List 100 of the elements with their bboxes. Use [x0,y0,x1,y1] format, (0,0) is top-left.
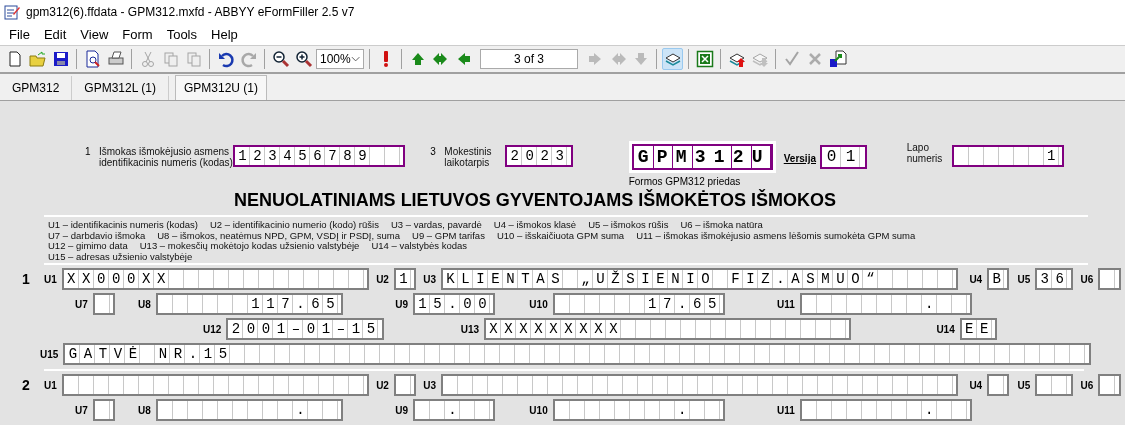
comb-field[interactable]: . [799,293,973,315]
comb-field[interactable] [987,374,1010,396]
legend-text: U7 – darbdavio išmoka [48,230,146,241]
form-tab[interactable]: GPM312 [0,76,73,100]
comb-field[interactable]: 117.65 [155,293,344,315]
menu-item[interactable]: Form [115,27,160,42]
send-icon[interactable] [828,50,847,68]
field-code: U11 [777,298,795,310]
legend-text: U10 – išskaičiuota GPM suma [496,230,625,241]
menu-item[interactable]: Help [204,27,245,42]
comb-field[interactable]: XX000XX [61,268,370,290]
field-code: U13 [460,323,480,335]
field-code: U2 [376,273,389,285]
menu-item[interactable]: View [73,27,116,42]
comb-field[interactable]: 2023 [505,145,573,167]
comb-field[interactable]: 15.00 [413,293,496,315]
comb-field[interactable]: . [413,399,496,421]
legend-text: U6 – išmoka natūra [680,220,763,231]
comb-field[interactable]: 1 [951,145,1064,167]
comb-field[interactable] [1098,268,1121,290]
field-code: U10 [529,404,548,416]
field-code: U12 [203,323,222,335]
comb-field[interactable]: KLIENTAS „UŽSIENIO FIZ.ASMUO“ [441,268,959,290]
legend-text: U1 – identifikacinis numeris (kodas) [48,220,198,231]
field-code: U4 [969,379,983,391]
field-code: U4 [969,273,983,285]
form-tab[interactable]: GPM312L (1) [72,76,169,100]
field-code: U1 [44,273,57,285]
field-code: U5 [1017,273,1031,285]
field-number: 3 [430,146,437,157]
menu-item[interactable]: Tools [159,27,204,42]
preview-icon[interactable] [83,50,102,68]
field-code: U2 [376,379,389,391]
record-number: 2 [22,377,31,393]
zoom-in-icon[interactable] [294,50,313,68]
comb-field[interactable]: B [987,268,1010,290]
field-code: U10 [529,298,548,310]
comb-field[interactable]: 2001–01–15 [226,318,384,340]
comb-field[interactable]: . [799,399,973,421]
comb-field[interactable] [1035,374,1073,396]
comb-field[interactable]: 17.65 [552,293,725,315]
comb-field[interactable]: . [155,399,344,421]
legend-text: U3 – vardas, pavardė [390,220,482,231]
undo-icon[interactable] [216,50,235,68]
field-label: Mokestinis laikotarpis [444,146,493,168]
caret-icon [350,56,360,62]
form-title: NENUOLATINIAMS LIETUVOS GYVENTOJAMS IŠMOKĖTOS IŠMOKOS [232,189,838,212]
field-code: U3 [423,273,437,285]
page-field[interactable]: 3 of 3 [480,49,578,69]
comb-field[interactable]: GATVĖ NR.15 [63,343,1091,365]
field-code: U3 [423,379,437,391]
comb-field[interactable] [92,399,116,421]
comb-field[interactable] [441,374,959,396]
field-code: U5 [1017,379,1031,391]
excel-icon[interactable] [695,50,714,68]
comb-field[interactable]: 01 [820,145,867,169]
window-title: gpm312(6).ffdata - GPM312.mxfd - ABBYY eFormFiller 2.5 v7 [26,5,355,19]
field-label: Išmokas išmokėjusio asmens identifikacinis numeris (kodas) [99,146,233,168]
field-code: U9 [395,404,409,416]
field-code: U6 [1080,273,1094,285]
record-number: 1 [22,271,31,287]
form-tab[interactable]: GPM312U (1) [174,75,267,100]
menu-item[interactable]: Edit [36,27,74,42]
zoom-out-icon[interactable] [271,50,290,68]
first-icon[interactable] [431,50,450,68]
comb-field[interactable] [393,374,417,396]
save-icon[interactable] [51,50,70,68]
zoom-dropdown[interactable]: 100% [316,49,364,69]
legend-text: U2 – identifikacinio numerio (kodo) rūšis [209,220,379,231]
field-number: 1 [85,146,92,157]
legend-text: U8 – išmokos, neatėmus NPD, GPM, VSDĮ ir PSDĮ, suma [157,230,401,241]
comb-field[interactable]: . [552,399,725,421]
version-label: Versija [783,153,816,164]
field-code: U11 [777,404,795,416]
comb-field[interactable]: 36 [1035,268,1073,290]
comb-field[interactable]: EE [959,318,998,340]
field-code: U8 [138,298,151,310]
field-code: U6 [1080,379,1094,391]
legend-text: U15 – adresas užsienio valstybėje [48,251,193,262]
legend-text: U13 – mokesčių mokėtojo kodas užsienio valstybėje [139,241,360,252]
field-code: U8 [138,404,151,416]
app-icon [4,4,20,20]
comb-field[interactable]: XXXXXXXXX [484,318,852,340]
comb-field[interactable] [61,374,370,396]
field-label: Lapo numeris [906,142,944,164]
field-code: U1 [44,379,57,391]
menu-item[interactable]: File [2,27,37,42]
legend-text: U14 – valstybės kodas [371,241,467,252]
print-icon[interactable] [106,50,125,68]
comb-field[interactable] [1098,374,1121,396]
comb-field[interactable]: 123456789 [233,145,406,167]
field-code: U14 [936,323,955,335]
field-code: U7 [75,404,88,416]
comb-field[interactable] [92,293,116,315]
field-code: U9 [395,298,409,310]
comb-field[interactable]: 1 [393,268,417,290]
field-code: U15 [40,348,59,360]
legend-text: U9 – GPM tarifas [412,230,485,241]
form-caption: Formos GPM312 priedas [628,176,742,187]
legend-text: U4 – išmokos klasė [493,220,577,231]
